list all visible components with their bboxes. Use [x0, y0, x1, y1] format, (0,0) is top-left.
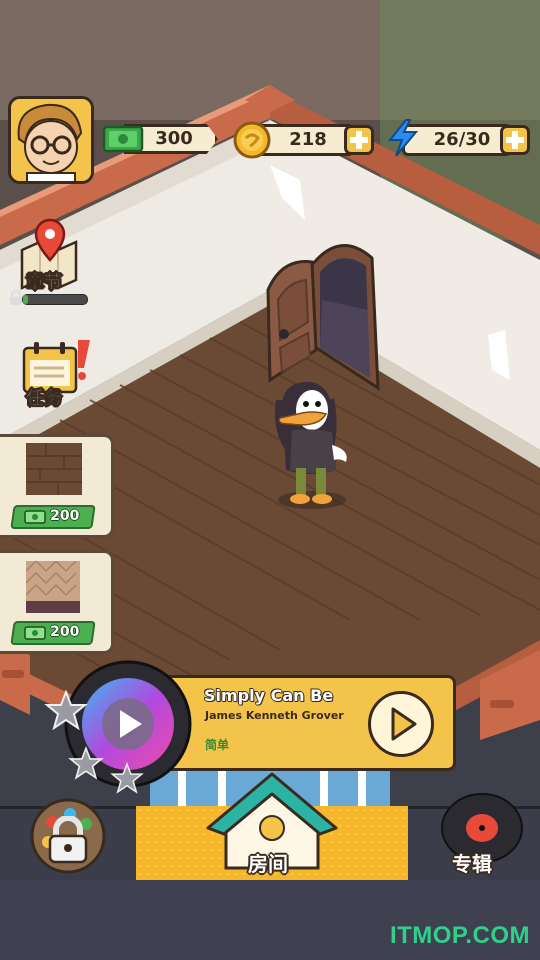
shop-item-wood-floor[interactable]: 200	[0, 434, 114, 538]
price-tag[interactable]: 200	[10, 621, 96, 645]
plus-icon	[350, 131, 368, 149]
chapter-progress	[8, 290, 88, 306]
cash-icon	[24, 510, 46, 524]
tasks-button[interactable]: 任务	[16, 338, 98, 412]
price-value: 200	[50, 624, 80, 640]
tasks-label: 任务	[26, 388, 63, 410]
chapter-progress-fill	[23, 295, 28, 304]
plus-icon	[506, 131, 524, 149]
coin-counter: 218	[232, 120, 378, 159]
album-tab[interactable]: 专辑	[432, 790, 528, 876]
avatar[interactable]	[8, 96, 94, 184]
energy-value: 26/30	[433, 129, 491, 150]
wallpaper-icon	[26, 561, 80, 613]
cash-icon	[24, 626, 46, 640]
add-coins-button[interactable]	[344, 125, 374, 155]
add-energy-button[interactable]	[500, 125, 530, 155]
coin-icon	[233, 121, 271, 159]
lightning-icon	[387, 119, 419, 157]
album-tab-label: 专辑	[452, 852, 492, 876]
location-pin-icon	[34, 218, 66, 262]
locked-tab-button[interactable]	[28, 796, 112, 880]
lock-icon	[48, 816, 88, 864]
energy-counter: 26/30	[386, 118, 536, 158]
price-value: 200	[50, 508, 80, 524]
song-artist: James Kenneth Grover	[205, 709, 344, 722]
price-tag[interactable]: 200	[10, 505, 96, 529]
room-tab-label: 房间	[248, 852, 288, 876]
play-icon	[391, 707, 417, 741]
shop-item-pattern-wallpaper[interactable]: 200	[0, 550, 114, 654]
song-difficulty: 简单	[205, 738, 230, 752]
star-icon	[68, 746, 104, 780]
star-icon	[44, 690, 88, 730]
cash-icon	[102, 125, 144, 153]
star-icon	[110, 762, 144, 794]
cash-counter: 300	[102, 122, 220, 156]
chapter-progress-track	[22, 294, 88, 305]
wood-floor-icon	[26, 443, 82, 495]
watermark-text: ITMOP.COM	[389, 922, 530, 949]
player-portrait-icon	[11, 99, 91, 181]
song-title: Simply Can Be	[204, 686, 334, 705]
cash-value: 300	[155, 128, 193, 149]
coin-value: 218	[289, 129, 327, 150]
play-song-button[interactable]	[368, 691, 434, 757]
